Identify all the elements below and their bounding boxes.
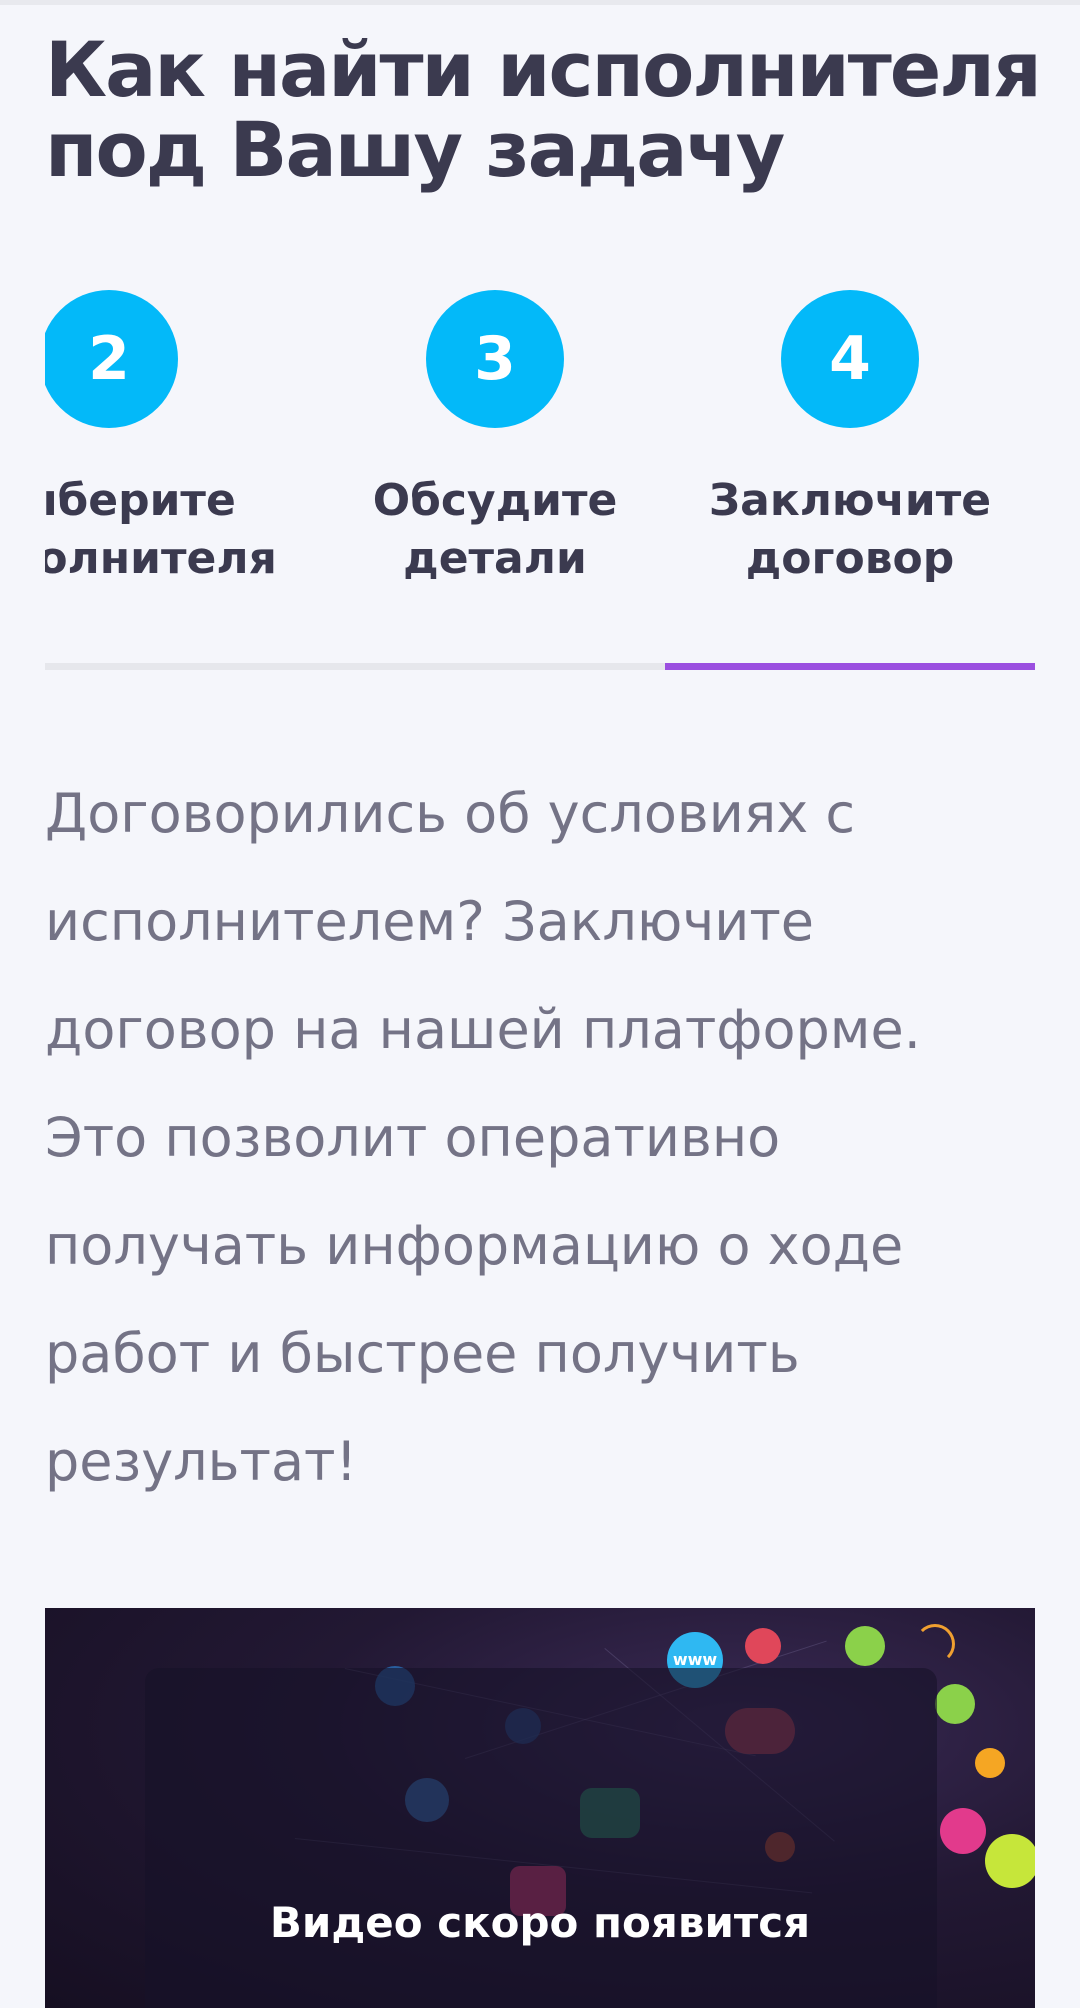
step-description: Договорились об условиях с исполнителем?… <box>45 782 921 1493</box>
video-coming-soon-text: Видео скоро появится <box>269 1898 811 1947</box>
video-placeholder[interactable]: www Видео скоро появится <box>45 1608 1035 2008</box>
step-label: Выберите исполнителя <box>45 475 277 584</box>
step-label: Обсудите детали <box>372 475 618 584</box>
active-step-underline <box>665 663 1035 670</box>
computer-icon <box>940 1808 986 1854</box>
step-number-badge: 2 <box>45 290 178 428</box>
rss-icon <box>915 1624 955 1664</box>
app-icon <box>975 1748 1005 1778</box>
step-tab-discuss-details[interactable]: 3 Обсудите детали <box>335 290 655 590</box>
globe-icon <box>985 1834 1035 1888</box>
step-number-badge: 3 <box>426 290 564 428</box>
top-divider <box>0 0 1080 5</box>
step-tab-choose-performer[interactable]: 2 Выберите исполнителя <box>45 290 277 590</box>
step-label: Заключите договор <box>708 475 992 584</box>
step-number-badge: 4 <box>781 290 919 428</box>
signal-icon <box>745 1628 781 1664</box>
music-icon <box>845 1626 885 1666</box>
step-tab-sign-contract[interactable]: 4 Заключите договор <box>690 290 1010 590</box>
steps-tabs: 2 Выберите исполнителя 3 Обсудите детали… <box>45 290 1035 675</box>
video-overlay <box>145 1668 937 2008</box>
page-title: Как найти исполнителя под Вашу задачу <box>45 25 1042 194</box>
wifi-icon <box>935 1684 975 1724</box>
